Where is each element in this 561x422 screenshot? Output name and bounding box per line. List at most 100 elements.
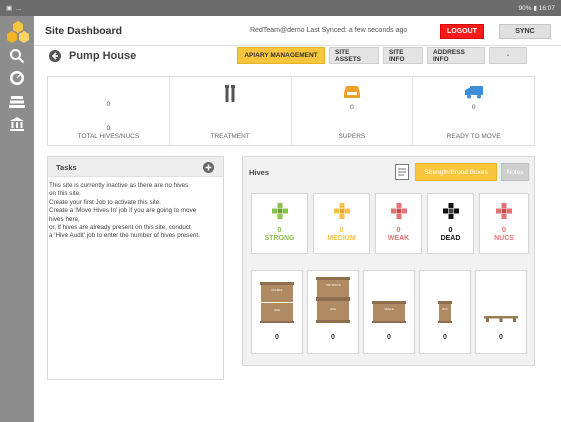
stat-supers-value: 0: [350, 104, 354, 111]
tasks-message-line: Create a 'Move Hives In' job if you are …: [49, 207, 197, 215]
bee-cluster-icon: [496, 203, 512, 219]
box-card-top-splits[interactable]: TOP SPLITS HIVE 0: [307, 270, 359, 354]
tab-more[interactable]: -: [489, 47, 527, 64]
box-label: SINGLE: [384, 307, 394, 311]
app-header: Site Dashboard RedTeam@demo Last Synced:…: [34, 16, 561, 46]
double-hive-box-icon: DOUBLE HIVE: [260, 282, 294, 323]
strength-medium-label: MEDIUM: [327, 235, 356, 242]
strength-dead-label: DEAD: [440, 235, 461, 242]
search-icon[interactable]: [9, 48, 25, 64]
tasks-message: This site is currently inactive as there…: [48, 177, 223, 241]
single-hive-box-icon: SINGLE: [372, 301, 406, 323]
dashboard-gauge-icon[interactable]: [9, 70, 25, 86]
tasks-panel: Tasks This site is currently inactive as…: [47, 156, 224, 380]
bee-cluster-icon: [442, 203, 459, 219]
stat-total-hives-value: 0: [106, 101, 111, 108]
sidebar: [0, 16, 34, 422]
tab-site-assets[interactable]: SITE ASSETS: [329, 47, 379, 64]
hives-title: Hives: [249, 168, 270, 177]
strength-card-weak[interactable]: 0 WEAK: [375, 193, 422, 254]
tasks-message-line: hives here,: [49, 215, 80, 223]
bee-cluster-icon: [390, 203, 407, 219]
tasks-title: Tasks: [56, 163, 77, 172]
status-bar-right: 90% ▮ 16:07: [519, 4, 555, 12]
tasks-message-line: a 'Hive Audit' job to enter the number o…: [49, 232, 200, 240]
document-icon[interactable]: [395, 164, 409, 180]
stat-treatment-label: TREATMENT: [210, 133, 250, 140]
page-title: Pump House: [69, 50, 137, 62]
stat-ready-to-move-value: 0: [471, 104, 476, 111]
tab-address-info[interactable]: ADDRESS INFO: [427, 47, 485, 64]
strength-weak-label: WEAK: [387, 235, 410, 242]
add-task-icon[interactable]: [203, 162, 214, 173]
box-label: HIVE: [274, 308, 280, 312]
status-bar-left: ▣ ...: [6, 4, 22, 13]
strength-card-medium[interactable]: 0 MEDIUM: [313, 193, 370, 254]
box-card-nuc[interactable]: NUC 0: [419, 270, 471, 354]
user-sync-info: RedTeam@demo Last Synced: a few seconds …: [250, 27, 408, 34]
stat-total-hives-label: TOTAL HIVES/NUCS: [77, 133, 140, 140]
top-split-hive-box-icon: TOP SPLITS HIVE: [316, 277, 350, 323]
box-label: DOUBLE: [272, 288, 283, 292]
strength-card-dead[interactable]: 0 DEAD: [427, 193, 474, 254]
notification-icon: ▣: [6, 5, 13, 12]
strength-brood-boxes-button[interactable]: Strength/Brood Boxes: [415, 163, 497, 181]
tasks-message-line: Create your first Job to activate this s…: [49, 198, 161, 206]
notes-button[interactable]: Notes: [501, 163, 529, 181]
sync-button[interactable]: SYNC: [499, 24, 551, 39]
strength-card-nucs[interactable]: 0 NUCS: [479, 193, 529, 254]
super-box-icon: [343, 86, 360, 98]
box-single-value: 0: [387, 334, 391, 341]
status-bar-left-text: ...: [16, 4, 22, 12]
box-double-value: 0: [275, 334, 279, 341]
stat-total-hives: 0 0 TOTAL HIVES/NUCS: [48, 77, 170, 145]
tasks-message-line: on this site.: [49, 190, 81, 198]
strength-strong-value: 0: [277, 225, 282, 234]
box-label: HIVE: [330, 307, 336, 311]
strength-weak-value: 0: [396, 225, 401, 234]
honeycomb-logo-icon[interactable]: [5, 19, 31, 45]
tab-apiary-management[interactable]: APIARY MANAGEMENT: [237, 47, 325, 64]
box-card-single[interactable]: SINGLE 0: [363, 270, 415, 354]
strength-card-strong[interactable]: 0 STRONG: [251, 193, 308, 254]
status-bar-right-text: 90% ▮ 16:07: [518, 5, 555, 12]
main-content: Pump House APIARY MANAGEMENT SITE ASSETS…: [34, 46, 561, 422]
stat-supers-label: SUPERS: [338, 133, 366, 140]
status-bar: ▣ ... 90% ▮ 16:07: [0, 0, 561, 16]
truck-icon: [464, 86, 483, 99]
logout-button[interactable]: LOGOUT: [440, 24, 484, 39]
strength-strong-label: STRONG: [264, 235, 295, 242]
stat-treatment: TREATMENT: [170, 77, 292, 145]
stat-total-hives-subvalue: 0: [106, 125, 111, 132]
stat-supers: 0 SUPERS: [292, 77, 414, 145]
treatment-icon: [225, 85, 236, 102]
tab-site-info[interactable]: SITE INFO: [383, 47, 423, 64]
bee-cluster-icon: [333, 203, 350, 219]
box-top-splits-value: 0: [331, 334, 335, 341]
bee-cluster-icon: [271, 203, 288, 219]
site-stats-panel: 0 0 TOTAL HIVES/NUCS TREATMENT 0 SUPERS: [47, 76, 535, 146]
tab-bar: APIARY MANAGEMENT SITE ASSETS SITE INFO …: [237, 47, 527, 64]
box-pallet-value: 0: [499, 334, 503, 341]
strength-nucs-label: NUCS: [494, 235, 514, 242]
pallet-icon: [484, 316, 518, 322]
back-arrow-icon[interactable]: [49, 50, 61, 62]
header-title: Site Dashboard: [45, 25, 123, 37]
stat-ready-to-move: 0 READY TO MOVE: [413, 77, 534, 145]
tasks-header: Tasks: [48, 157, 223, 177]
box-label: NUC: [442, 307, 448, 311]
tasks-message-line: or, if hives are already present on this…: [49, 224, 191, 232]
box-label: TOP SPLITS: [326, 283, 341, 287]
strength-medium-value: 0: [339, 225, 344, 234]
bank-icon[interactable]: [9, 116, 25, 132]
stack-icon[interactable]: [9, 94, 25, 110]
tasks-message-line: This site is currently inactive as there…: [49, 182, 189, 189]
box-nuc-value: 0: [443, 334, 447, 341]
strength-dead-value: 0: [448, 225, 453, 234]
strength-nucs-value: 0: [501, 225, 507, 234]
nuc-box-icon: NUC: [438, 301, 452, 323]
stat-ready-to-move-label: READY TO MOVE: [446, 133, 501, 140]
box-card-pallet[interactable]: 0: [475, 270, 527, 354]
hives-panel: Hives Strength/Brood Boxes Notes 0 STRON…: [242, 156, 535, 366]
box-card-double[interactable]: DOUBLE HIVE 0: [251, 270, 303, 354]
